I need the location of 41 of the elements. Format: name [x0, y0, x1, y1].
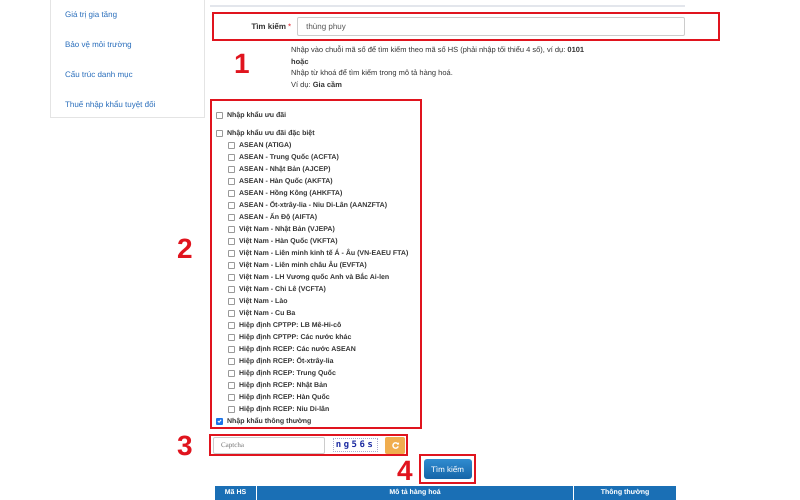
sidebar-link[interactable]: Giá trị gia tăng: [65, 10, 204, 19]
checkbox[interactable]: [228, 154, 235, 161]
checkbox[interactable]: [228, 394, 235, 401]
sidebar-link[interactable]: Thuế nhập khẩu tuyệt đối: [65, 100, 204, 109]
field-label: Tìm kiếm: [250, 22, 286, 32]
refresh-icon: [390, 440, 400, 450]
checkbox[interactable]: [228, 202, 235, 209]
checkbox[interactable]: [216, 112, 223, 119]
checkbox[interactable]: [228, 322, 235, 329]
captcha-image: ng56s: [333, 438, 378, 452]
checkbox[interactable]: [228, 406, 235, 413]
annotation-number: 1: [234, 50, 250, 78]
checkbox[interactable]: [228, 262, 235, 269]
sidebar-link[interactable]: Cấu trúc danh mục: [65, 70, 204, 79]
checkbox[interactable]: [216, 418, 223, 425]
checkbox[interactable]: [228, 382, 235, 389]
checkbox[interactable]: [228, 298, 235, 305]
checkbox[interactable]: [228, 166, 235, 173]
required-mark: *: [288, 22, 292, 32]
annotation-number: 4: [397, 457, 413, 486]
checkbox[interactable]: [228, 178, 235, 185]
checkbox[interactable]: [228, 286, 235, 293]
sidebar-link[interactable]: Bảo vệ môi trường: [65, 40, 204, 49]
checkbox[interactable]: [216, 130, 223, 137]
checkbox[interactable]: [228, 214, 235, 221]
search-field[interactable]: thùng phuy: [297, 17, 686, 36]
checkbox[interactable]: [228, 250, 235, 257]
checkbox[interactable]: [228, 310, 235, 317]
checkbox[interactable]: [228, 142, 235, 149]
search-button[interactable]: Tìm kiếm: [424, 459, 472, 480]
checkbox[interactable]: [228, 190, 235, 197]
annotation-number: 3: [177, 432, 193, 460]
checkbox[interactable]: [228, 274, 235, 281]
checkbox[interactable]: [228, 370, 235, 377]
checkbox[interactable]: [228, 226, 235, 233]
checkbox[interactable]: [228, 334, 235, 341]
checkbox[interactable]: [228, 238, 235, 245]
refresh-button[interactable]: [385, 436, 405, 454]
annotation-number: 2: [177, 235, 193, 264]
checkbox[interactable]: [228, 358, 235, 365]
checkbox[interactable]: [228, 346, 235, 353]
